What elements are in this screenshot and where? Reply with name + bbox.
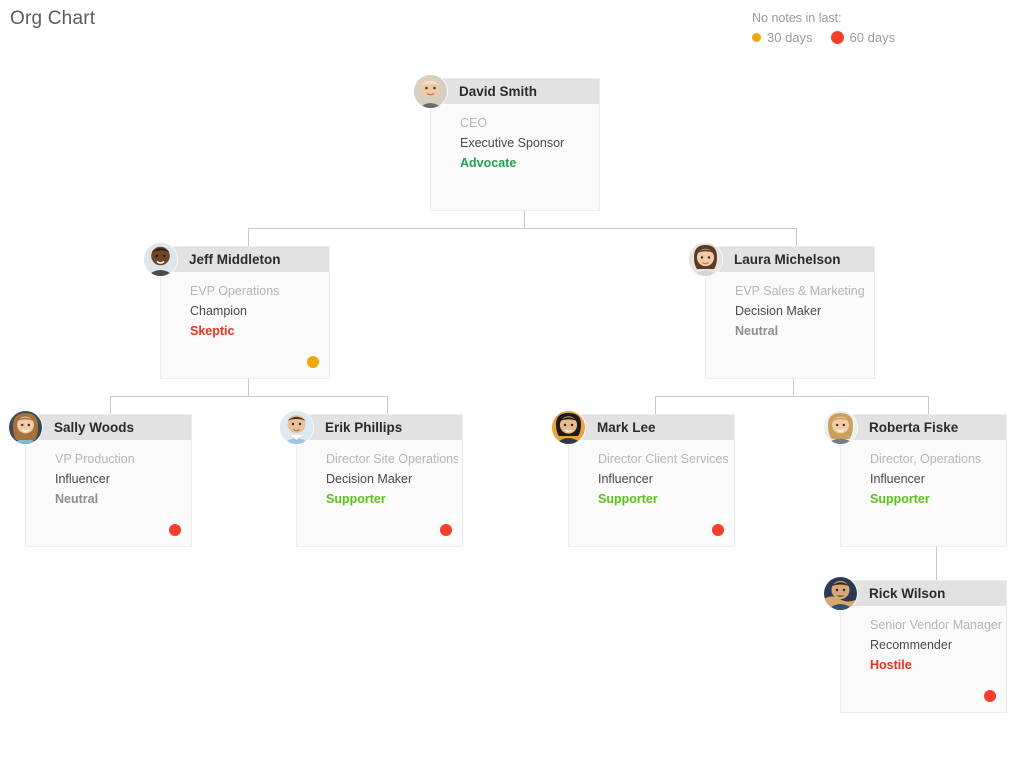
node-person-name: David Smith [459,84,538,99]
node-attitude: Supporter [598,492,658,506]
node-role: Director Client Services [598,452,729,466]
legend-label-30-days: 30 days [767,30,813,45]
legend-items: 30 days 60 days [738,30,1008,45]
page-title: Org Chart [10,8,96,29]
node-header: Sally Woods [26,415,191,440]
node-header: David Smith [431,79,599,104]
avatar-david-smith [414,75,447,108]
node-header: Laura Michelson [706,247,874,272]
node-role: EVP Sales & Marketing [735,284,865,298]
node-person-name: Roberta Fiske [869,420,959,435]
avatar-erik-phillips [280,411,313,444]
no-notes-badge-30-days [307,356,319,368]
red-dot-icon [830,31,844,44]
node-influence: Executive Sponsor [460,136,565,150]
node-person-name: Sally Woods [54,420,135,435]
node-body: Director Site Operations Decision Maker … [297,440,462,509]
node-person-name: Laura Michelson [734,252,841,267]
org-node-laura-michelson[interactable]: Laura Michelson EVP Sales & Marketing De… [689,243,875,379]
node-influence: Recommender [870,638,952,652]
no-notes-badge-60-days [712,524,724,536]
no-notes-badge-60-days [440,524,452,536]
node-influence: Influencer [598,472,653,486]
avatar-image [414,75,447,108]
node-person-name: Jeff Middleton [189,252,281,267]
node-influence: Champion [190,304,247,318]
legend-label-60-days: 60 days [849,30,896,45]
avatar-image [144,243,177,276]
node-header: Rick Wilson [841,581,1006,606]
node-attitude: Advocate [460,156,517,170]
node-card[interactable]: Erik Phillips Director Site Operations D… [280,411,463,547]
node-card[interactable]: Laura Michelson EVP Sales & Marketing De… [689,243,875,379]
avatar-image [824,577,857,610]
org-node-david-smith[interactable]: David Smith CEO Executive Sponsor Advoca… [414,75,600,211]
avatar-jeff-middleton [144,243,177,276]
avatar-image [552,411,585,444]
no-notes-badge-60-days [984,690,996,702]
node-influence: Decision Maker [735,304,822,318]
node-influence: Influencer [870,472,925,486]
avatar-image [280,411,313,444]
node-card[interactable]: David Smith CEO Executive Sponsor Advoca… [414,75,600,211]
node-body: EVP Sales & Marketing Decision Maker Neu… [706,272,874,341]
org-node-mark-lee[interactable]: Mark Lee Director Client Services Influe… [552,411,735,547]
avatar-image [824,411,857,444]
org-node-rick-wilson[interactable]: Rick Wilson Senior Vendor Manager Recomm… [824,577,1007,713]
node-role: Director, Operations [870,452,982,466]
avatar-mark-lee [552,411,585,444]
node-attitude: Supporter [870,492,930,506]
avatar-roberta-fiske [824,411,857,444]
yellow-dot-icon [752,33,761,42]
org-node-sally-woods[interactable]: Sally Woods VP Production Influencer Neu… [9,411,192,547]
org-node-erik-phillips[interactable]: Erik Phillips Director Site Operations D… [280,411,463,547]
node-attitude: Supporter [326,492,386,506]
node-card[interactable]: Roberta Fiske Director, Operations Influ… [824,411,1007,547]
node-attitude: Skeptic [190,324,235,338]
avatar-laura-michelson [689,243,722,276]
legend-item-60-days: 60 days [830,30,896,45]
node-card[interactable]: Jeff Middleton EVP Operations Champion S… [144,243,330,379]
node-card[interactable]: Sally Woods VP Production Influencer Neu… [9,411,192,547]
avatar-sally-woods [9,411,42,444]
legend-item-30-days: 30 days [752,30,813,45]
node-attitude: Hostile [870,658,912,672]
node-body: Director Client Services Influencer Supp… [569,440,734,509]
no-notes-badge-60-days [169,524,181,536]
org-node-jeff-middleton[interactable]: Jeff Middleton EVP Operations Champion S… [144,243,330,379]
node-body: Director, Operations Influencer Supporte… [841,440,1006,509]
node-body: Senior Vendor Manager Recommender Hostil… [841,606,1006,675]
node-role: CEO [460,116,488,130]
org-node-roberta-fiske[interactable]: Roberta Fiske Director, Operations Influ… [824,411,1007,547]
node-card[interactable]: Rick Wilson Senior Vendor Manager Recomm… [824,577,1007,713]
node-header: Jeff Middleton [161,247,329,272]
node-header: Mark Lee [569,415,734,440]
node-header: Erik Phillips [297,415,462,440]
avatar-image [9,411,42,444]
node-person-name: Rick Wilson [869,586,946,601]
node-body: VP Production Influencer Neutral [26,440,191,509]
legend: No notes in last: 30 days 60 days [738,11,1008,45]
node-role: VP Production [55,452,135,466]
node-body: CEO Executive Sponsor Advocate [431,104,599,173]
node-header: Roberta Fiske [841,415,1006,440]
node-influence: Influencer [55,472,110,486]
node-attitude: Neutral [55,492,99,506]
node-person-name: Erik Phillips [325,420,403,435]
avatar-image [689,243,722,276]
node-role: Director Site Operations [326,452,458,466]
avatar-rick-wilson [824,577,857,610]
node-influence: Decision Maker [326,472,413,486]
node-person-name: Mark Lee [597,420,656,435]
node-attitude: Neutral [735,324,779,338]
legend-title: No notes in last: [752,11,842,25]
node-role: EVP Operations [190,284,280,298]
node-role: Senior Vendor Manager [870,618,1003,632]
node-card[interactable]: Mark Lee Director Client Services Influe… [552,411,735,547]
node-body: EVP Operations Champion Skeptic [161,272,329,341]
